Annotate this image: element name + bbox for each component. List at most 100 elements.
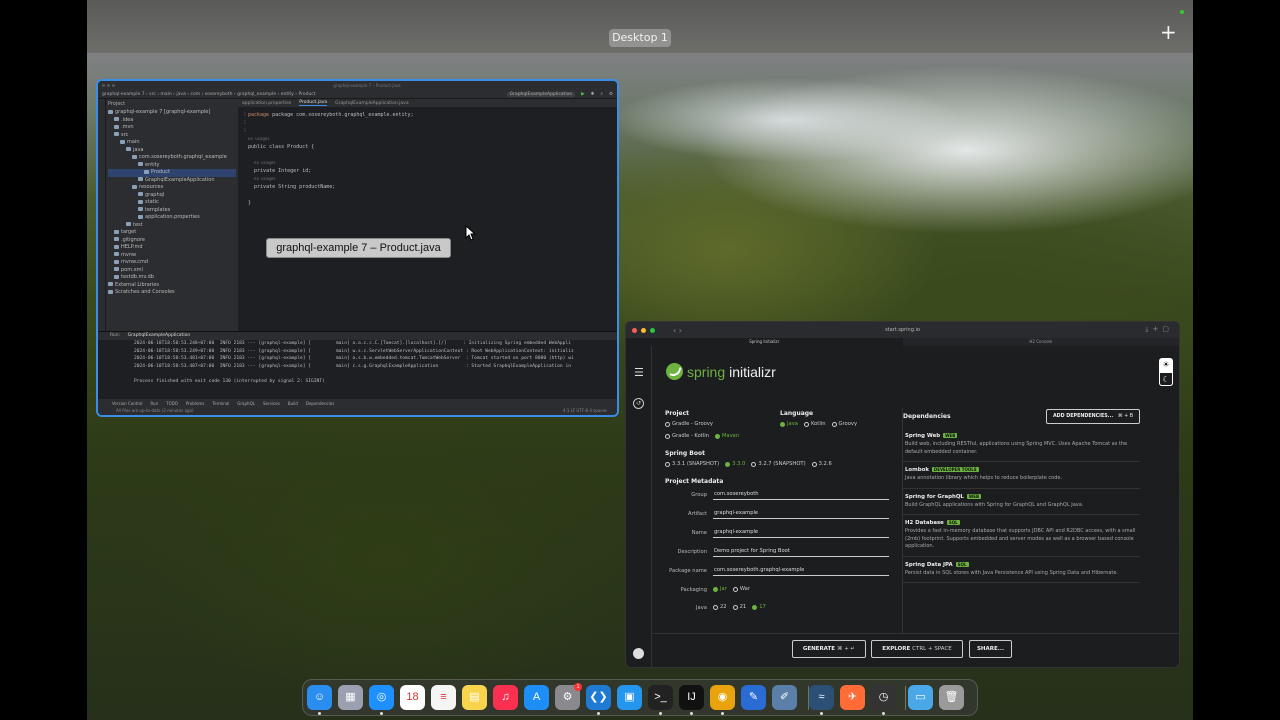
finder-icon[interactable]: ☺ (307, 685, 332, 710)
add-space-icon[interactable]: + (1160, 22, 1177, 42)
xcode-icon[interactable]: ✎ (741, 685, 766, 710)
project-panel[interactable]: Project graphql-example 7 [graphql-examp… (106, 99, 238, 331)
vscode-icon[interactable]: ❮❯ (586, 685, 611, 710)
tree-item[interactable]: mvnw (108, 252, 236, 260)
run-config-select[interactable]: GraphqlExampleApplication (506, 91, 576, 97)
metadata-input[interactable]: graphql-example (713, 510, 889, 519)
tree-item[interactable]: main (108, 139, 236, 147)
java-radio[interactable]: 21 (732, 604, 746, 610)
explore-button[interactable]: EXPLORE CTRL + SPACE (871, 640, 963, 658)
packaging-radio[interactable]: Jar (713, 586, 727, 592)
metadata-input[interactable]: graphql-example (713, 529, 889, 538)
minimize-icon[interactable] (107, 84, 110, 87)
editor-tab[interactable]: application.properties (242, 101, 291, 106)
editor-tab[interactable]: Product.java (299, 100, 328, 106)
project-radio[interactable]: Gradle - Kotlin (665, 433, 709, 439)
breadcrumb-item[interactable]: graphql_example (237, 92, 276, 97)
tree-item[interactable]: Scratches and Consoles (108, 289, 236, 297)
metadata-input[interactable]: com.sosereyboth (713, 491, 889, 500)
spring-initializr-logo[interactable]: spring initializr (666, 363, 776, 380)
desktop-space-label[interactable]: Desktop 1 (609, 29, 671, 47)
downloads-folder-icon[interactable]: ▭ (908, 685, 933, 710)
calendar-icon[interactable]: 18 (400, 685, 425, 710)
search-icon[interactable]: ⌕ (600, 91, 603, 97)
tree-item[interactable]: static (108, 199, 236, 207)
java-radio[interactable]: 22 (713, 604, 727, 610)
trash-icon[interactable]: 🗑 (939, 685, 964, 710)
project-radio[interactable]: Gradle - Groovy (665, 421, 713, 427)
tool-window-tab[interactable]: Problems (186, 401, 204, 406)
browser-toolbar[interactable]: ‹ › start.spring.io ⤓+▢ (626, 322, 1179, 338)
ide-titlebar[interactable]: graphql-example 7 – Product.java (98, 81, 617, 90)
mysql-workbench-icon[interactable]: ≈ (809, 685, 834, 710)
postman-icon[interactable]: ✈ (840, 685, 865, 710)
tool-window-tab[interactable]: Build (288, 401, 298, 406)
system-settings-icon[interactable]: ⚙ 1 (555, 683, 582, 710)
tree-item[interactable]: pom.xml (108, 267, 236, 275)
project-tree[interactable]: graphql-example 7 [graphql-example] .idea… (108, 109, 236, 297)
spring-boot-radio[interactable]: 3.3.1 (SNAPSHOT) (665, 461, 719, 467)
activity-monitor-icon[interactable]: ◷ (871, 685, 896, 710)
breadcrumb-item[interactable]: main (161, 92, 172, 97)
dependency-item[interactable]: Spring Web WEB Build web, including RESTfu… (903, 428, 1140, 462)
intellij-icon[interactable]: IJ (679, 685, 704, 710)
tool-window-tab[interactable]: Run (150, 401, 158, 406)
breadcrumb-item[interactable]: src (149, 92, 156, 97)
share-button[interactable]: SHARE... (969, 640, 1012, 658)
dependency-item[interactable]: Spring Data JPA SQL Persist data in SQL st… (903, 557, 1140, 583)
theme-toggle[interactable]: ☀ ☾ (1159, 358, 1173, 386)
debug-icon[interactable]: ✱ (591, 92, 595, 97)
intellij-window[interactable]: graphql-example 7 – Product.java graphql… (96, 79, 619, 417)
tree-item[interactable]: application.properties (108, 214, 236, 222)
run-tool-window[interactable]: Run: GraphqlExampleApplication 2024-06-1… (98, 331, 617, 399)
dependency-item[interactable]: Spring for GraphQL WEB Build GraphQL appli… (903, 489, 1140, 515)
code-content[interactable]: package package com.sosereyboth.graphql_… (248, 111, 414, 207)
close-icon[interactable] (102, 84, 105, 87)
spring-boot-radio[interactable]: 3.2.6 (811, 461, 832, 467)
tool-window-tab[interactable]: Services (263, 401, 280, 406)
breadcrumb-item[interactable]: graphql-example 7 (102, 92, 145, 97)
tree-item[interactable]: java (108, 147, 236, 155)
breadcrumb-item[interactable]: com (191, 92, 201, 97)
tree-item[interactable]: templates (108, 207, 236, 215)
zoom-icon[interactable] (112, 84, 115, 87)
editor-tab[interactable]: GraphqlExampleApplication.java (335, 101, 408, 106)
dependency-item[interactable]: Lombok DEVELOPER TOOLS Java annotation lib… (903, 462, 1140, 489)
breadcrumb-item[interactable]: sosereyboth (205, 92, 233, 97)
docker-icon[interactable]: ▣ (617, 685, 642, 710)
metadata-input[interactable]: Demo project for Spring Boot (713, 548, 889, 557)
reminders-icon[interactable]: ≡ (431, 685, 456, 710)
spring-boot-radio[interactable]: 3.3.0 (725, 461, 745, 467)
tool-window-strip[interactable] (98, 99, 106, 331)
tree-item[interactable]: test (108, 222, 236, 230)
browser-window[interactable]: ‹ › start.spring.io ⤓+▢ Spring Initializ… (625, 321, 1180, 668)
tree-item[interactable]: entity (108, 162, 236, 170)
language-radio[interactable]: Kotlin (803, 421, 826, 427)
menu-icon[interactable]: ☰ (634, 366, 644, 379)
tree-item[interactable]: .gitignore (108, 237, 236, 245)
github-icon[interactable] (633, 648, 644, 659)
add-dependencies-button[interactable]: ADD DEPENDENCIES... ⌘ + B (1045, 408, 1140, 424)
code-editor[interactable]: application.properties Product.java Graphq… (238, 99, 617, 331)
editor-tabs[interactable]: application.properties Product.java Graphq… (238, 99, 617, 107)
tree-item[interactable]: graphql (108, 192, 236, 200)
tree-item[interactable]: mvnw.cmd (108, 259, 236, 267)
tree-item[interactable]: target (108, 229, 236, 237)
tree-item[interactable]: External Libraries (108, 282, 236, 290)
run-icon[interactable]: ▶ (581, 92, 584, 97)
sun-icon[interactable]: ☀ (1159, 358, 1173, 372)
share-tabs-icon[interactable]: ⤓+▢ (1145, 325, 1173, 334)
breadcrumb-item[interactable]: entity (281, 92, 294, 97)
notes-icon[interactable]: ▤ (462, 685, 487, 710)
breadcrumb-item[interactable]: Product (298, 92, 315, 97)
app-store-icon[interactable]: A (524, 685, 549, 710)
tree-item[interactable]: HELP.md (108, 244, 236, 252)
tree-item[interactable]: GraphqlExampleApplication (108, 177, 236, 185)
metadata-input[interactable]: com.sosereyboth.graphql-example (713, 567, 889, 576)
language-radio[interactable]: Java (780, 421, 798, 427)
safari-icon[interactable]: ◎ (369, 685, 394, 710)
tool-window-tab[interactable]: TODO (166, 401, 178, 406)
run-tab[interactable]: GraphqlExampleApplication (128, 333, 191, 338)
dependency-item[interactable]: H2 Database SQL Provides a fast in-memory … (903, 515, 1140, 557)
packaging-radio[interactable]: War (732, 586, 750, 592)
